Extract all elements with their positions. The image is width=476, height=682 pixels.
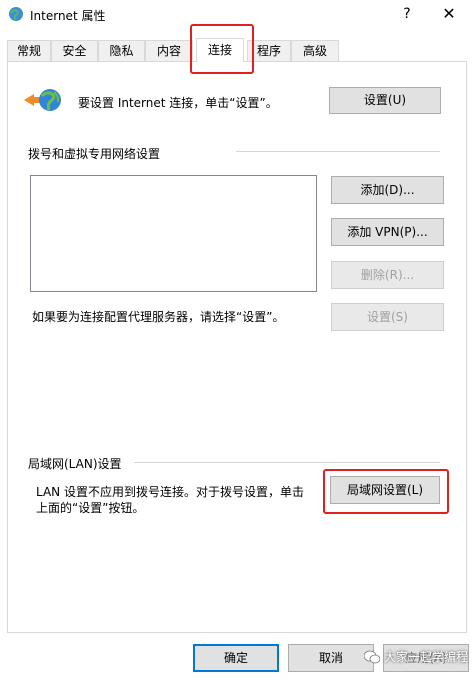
globe-setup-icon: [24, 89, 61, 111]
connection-settings-button[interactable]: 设置(S): [331, 303, 444, 331]
tab-privacy[interactable]: 隐私: [98, 40, 145, 61]
tab-connections[interactable]: 连接: [196, 38, 244, 62]
watermark-text: 大家一起学编程: [384, 650, 469, 664]
remove-connection-button[interactable]: 删除(R)...: [331, 261, 444, 289]
cancel-button[interactable]: 取消: [288, 644, 374, 672]
dialup-section-heading: 拨号和虚拟专用网络设置: [28, 147, 161, 161]
internet-options-icon: [9, 7, 23, 21]
lan-description-line2: 上面的“设置”按钮。: [36, 501, 145, 515]
highlight-lan-button: [323, 469, 449, 514]
close-button[interactable]: ✕: [432, 2, 466, 26]
tab-security[interactable]: 安全: [51, 40, 98, 61]
lan-description-line1: LAN 设置不应用到拨号连接。对于拨号设置，单击: [36, 485, 304, 499]
tab-content[interactable]: 内容: [145, 40, 193, 61]
tab-general[interactable]: 常规: [7, 40, 51, 61]
dialup-divider: [236, 151, 440, 152]
add-vpn-button[interactable]: 添加 VPN(P)...: [331, 218, 444, 246]
proxy-instruction: 如果要为连接配置代理服务器，请选择“设置”。: [32, 310, 285, 324]
connections-list[interactable]: [30, 175, 317, 292]
setup-instruction: 要设置 Internet 连接，单击“设置”。: [78, 96, 278, 110]
help-button[interactable]: ?: [397, 4, 417, 24]
window-title: Internet 属性: [30, 9, 106, 23]
setup-button[interactable]: 设置(U): [329, 87, 441, 114]
add-connection-button[interactable]: 添加(D)...: [331, 176, 444, 204]
lan-divider: [134, 462, 440, 463]
tab-advanced[interactable]: 高级: [291, 40, 339, 61]
wechat-icon: [364, 650, 380, 664]
tab-strip: 常规 安全 隐私 内容 连接 程序 高级: [0, 38, 476, 62]
ok-button[interactable]: 确定: [193, 644, 279, 672]
lan-section-heading: 局域网(LAN)设置: [28, 457, 122, 471]
